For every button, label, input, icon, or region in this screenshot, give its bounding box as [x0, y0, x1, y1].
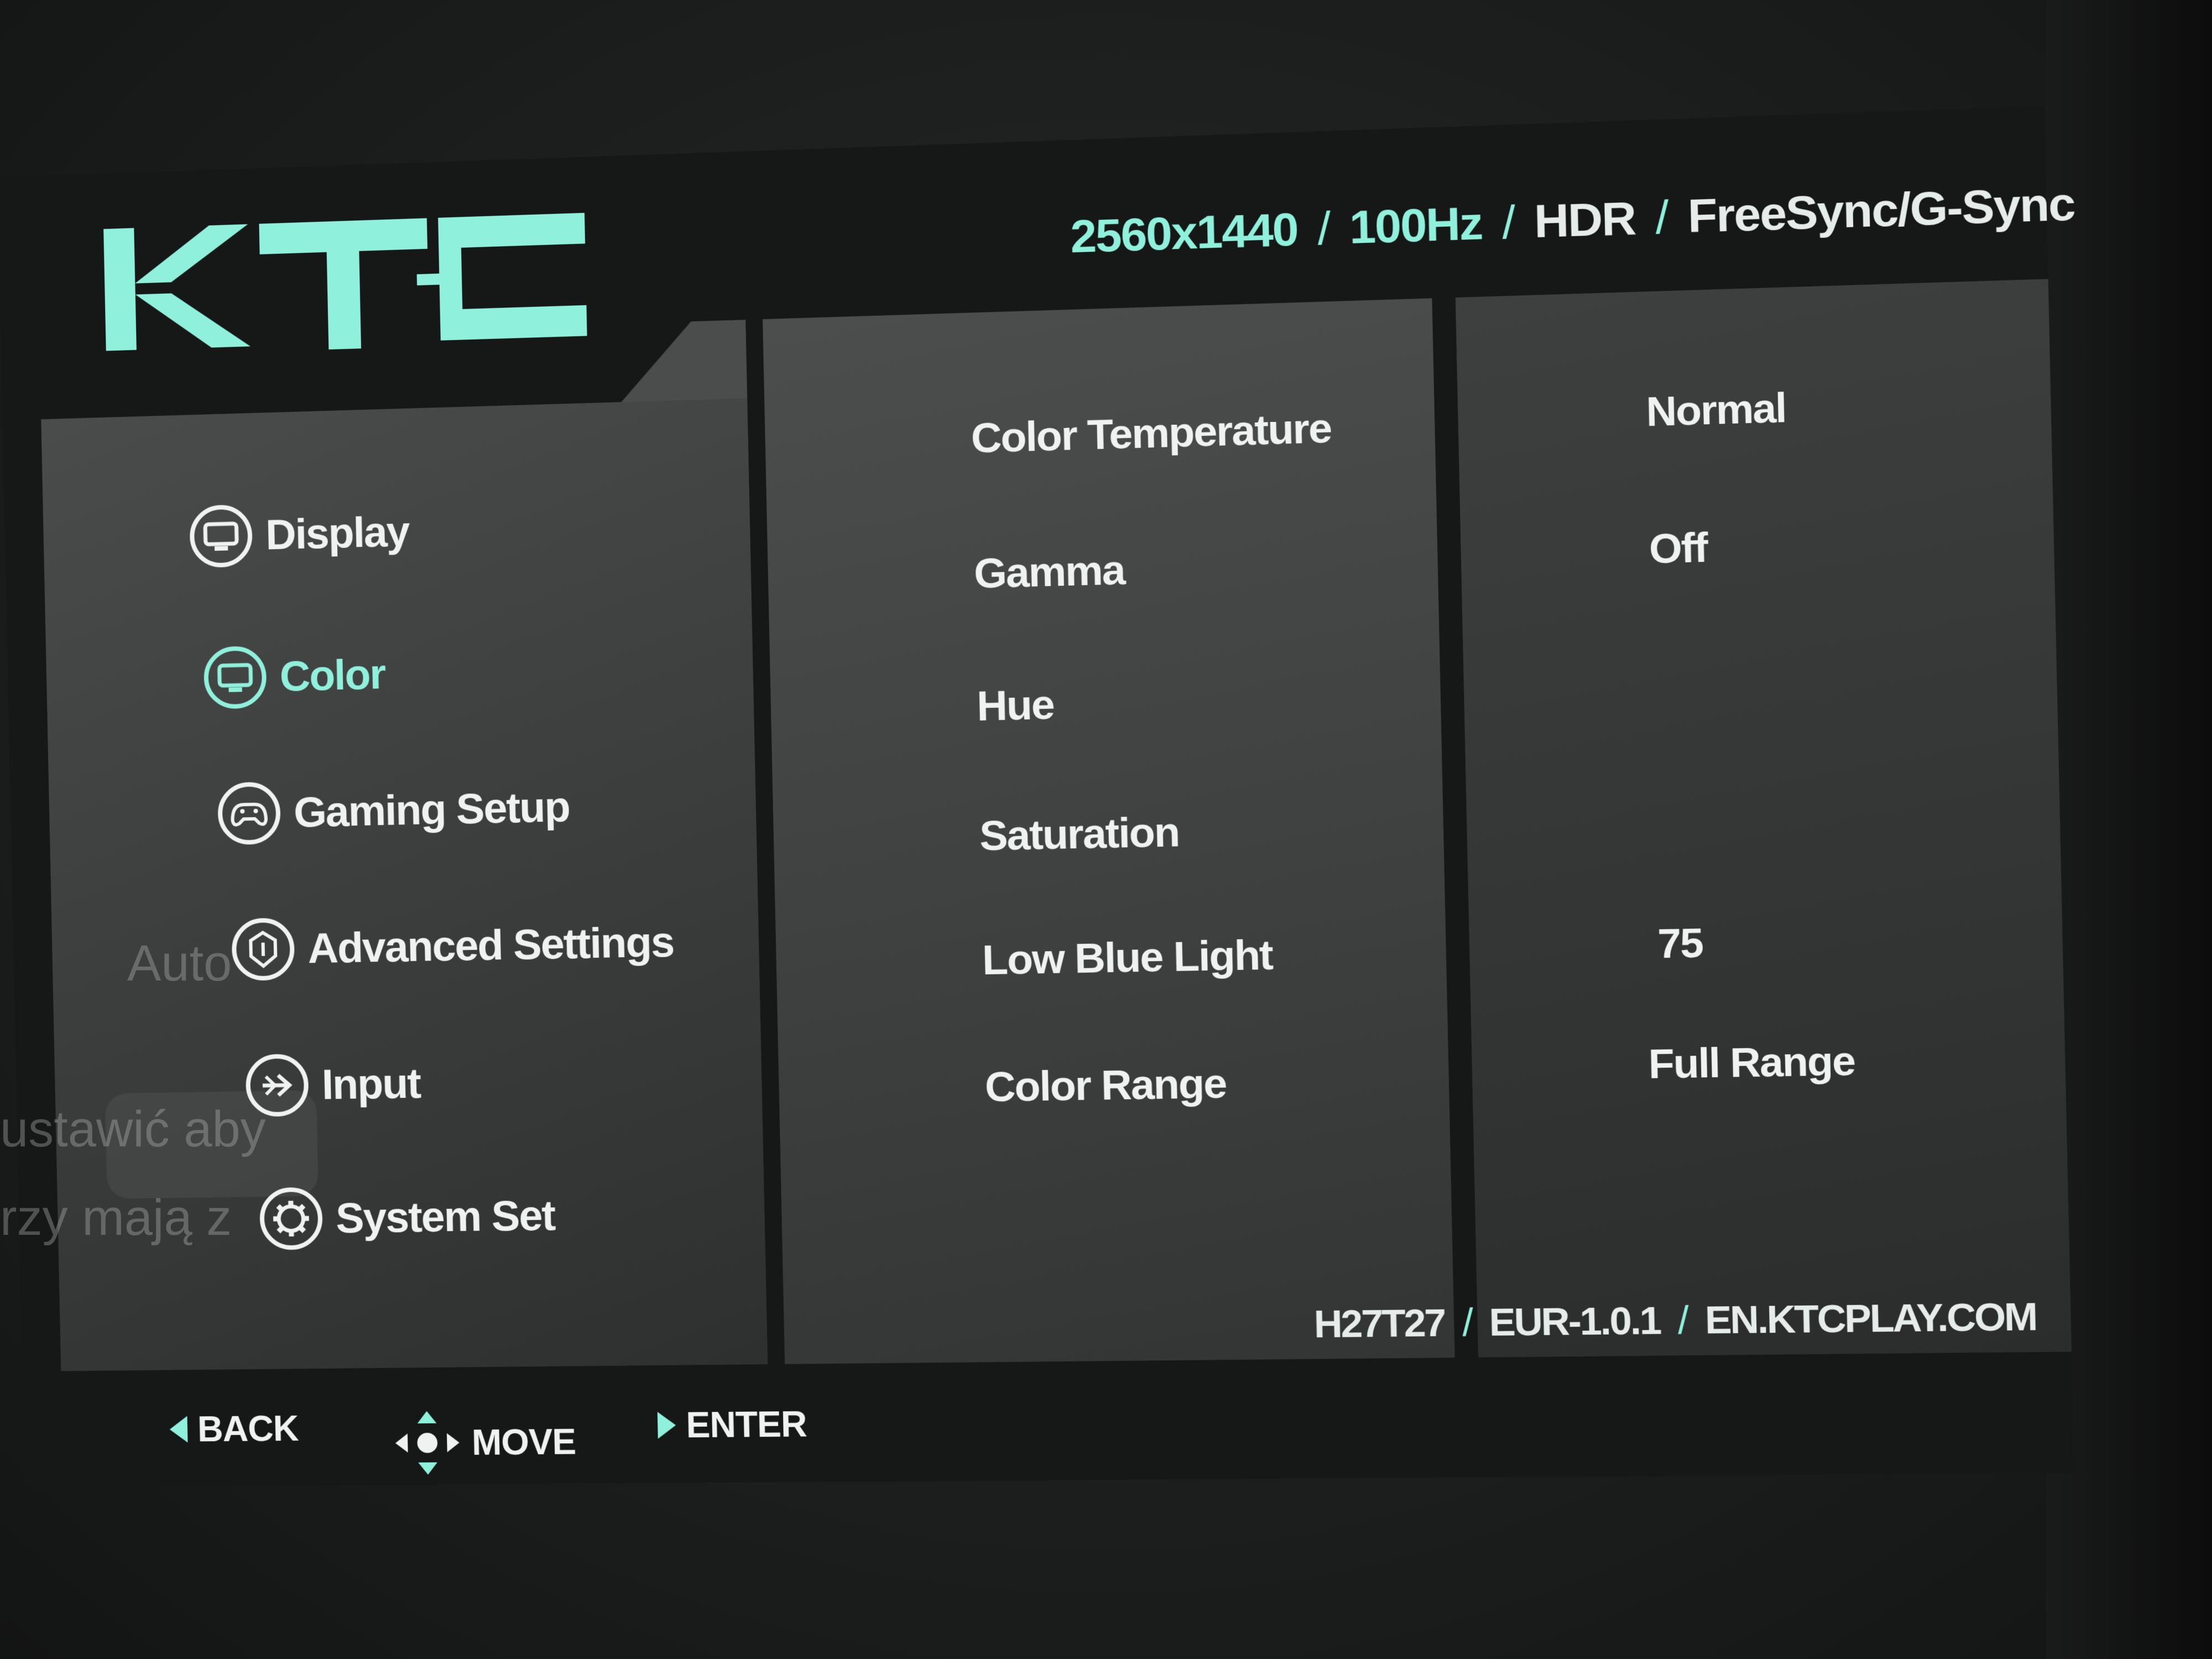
move-hint: MOVE [390, 1405, 577, 1479]
enter-label: ENTER [685, 1404, 807, 1446]
values-panel [1455, 279, 2072, 1358]
menu-item-label: System Set [335, 1191, 555, 1242]
triangle-right-icon [657, 1411, 676, 1439]
ktc-logo [103, 212, 587, 351]
reflection-text: rzy mają z [0, 1190, 232, 1246]
back-label: BACK [197, 1408, 299, 1449]
footer-separator: / [1462, 1301, 1472, 1345]
back-hint: BACK [167, 1408, 299, 1450]
setting-label-low-blue-light[interactable]: Low Blue Light [982, 931, 1273, 984]
firmware-version: EUR-1.0.1 [1488, 1299, 1661, 1344]
triangle-left-icon [169, 1416, 188, 1443]
advanced-settings-icon [229, 915, 297, 983]
menu-item-label: Display [265, 507, 410, 559]
enter-hint: ENTER [655, 1404, 807, 1446]
setting-value-low-blue-light: 75 [1657, 920, 1703, 967]
spec-sync: FreeSync/G-Sync [1687, 178, 2075, 243]
spec-refresh: 100Hz [1349, 197, 1483, 254]
menu-item-label: Input [321, 1059, 421, 1109]
spec-line: 2560x1440 / 100Hz / HDR / FreeSync/G-Sync [1070, 177, 2075, 264]
spec-separator: / [1655, 191, 1668, 244]
setting-label-saturation[interactable]: Saturation [979, 808, 1180, 860]
spec-separator: / [1317, 202, 1331, 255]
joystick-icon [395, 1411, 460, 1475]
footer-info: H27T27 / EUR-1.0.1 / EN.KTCPLAY.COM [1313, 1295, 2037, 1347]
gear-icon [257, 1185, 326, 1253]
setting-label-color-range[interactable]: Color Range [984, 1059, 1227, 1111]
setting-label-gamma[interactable]: Gamma [973, 546, 1125, 598]
website: EN.KTCPLAY.COM [1704, 1295, 2037, 1342]
setting-label-color-temperature[interactable]: Color Temperature [971, 404, 1332, 462]
setting-value-gamma: Off [1648, 525, 1708, 573]
setting-value-color-temperature: Normal [1645, 385, 1787, 435]
menu-item-input[interactable]: Input [243, 1050, 421, 1119]
color-icon [201, 643, 269, 711]
osd-menu: 2560x1440 / 100Hz / HDR / FreeSync/G-Sync Disp… [0, 106, 2075, 1488]
spec-resolution: 2560x1440 [1070, 204, 1298, 263]
menu-item-color[interactable]: Color [201, 640, 386, 712]
reflection-text: ustawić aby [0, 1101, 266, 1157]
gamepad-icon [215, 779, 283, 847]
menu-item-gaming-setup[interactable]: Gaming Setup [215, 773, 570, 848]
spec-separator: / [1501, 196, 1515, 249]
setting-value-color-range: Full Range [1648, 1038, 1855, 1088]
setting-label-hue[interactable]: Hue [976, 680, 1054, 730]
spec-hdr: HDR [1533, 192, 1636, 248]
menu-item-advanced-settings[interactable]: Advanced Settings [229, 908, 674, 983]
monitor-icon [187, 502, 255, 571]
menu-item-label: Color [279, 650, 386, 700]
menu-item-label: Advanced Settings [307, 917, 675, 972]
photo-scene: 2560x1440 / 100Hz / HDR / FreeSync/G-Sync Disp… [0, 0, 2212, 1659]
model-number: H27T27 [1313, 1301, 1446, 1346]
footer-separator: / [1677, 1298, 1688, 1343]
move-label: MOVE [471, 1421, 576, 1463]
menu-item-display[interactable]: Display [187, 498, 410, 571]
menu-item-label: Gaming Setup [293, 782, 570, 836]
menu-item-system-set[interactable]: System Set [257, 1182, 556, 1253]
reflection-text: Auto [127, 935, 232, 992]
